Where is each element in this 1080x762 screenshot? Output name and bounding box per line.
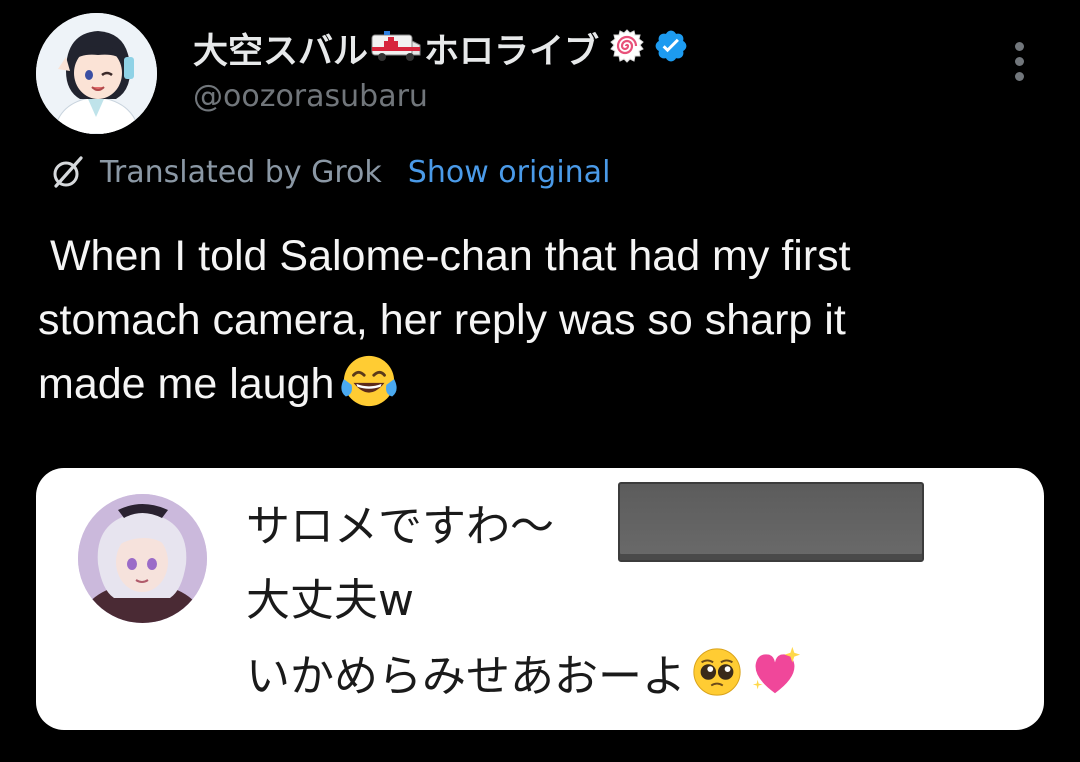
translated-by-label: Translated by Grok [100,154,382,190]
message-line: 大丈夫w [246,575,414,626]
post-text-line: stomach camera, her reply was so sharp i… [38,296,846,344]
ambulance-icon [370,29,422,67]
author-display-name[interactable]: 大空スバル [193,23,368,74]
sender-avatar [78,494,207,623]
more-vertical-icon [1015,72,1024,81]
author-name-row[interactable]: 大空スバル ホロライブ [193,24,691,72]
post-text-line-with-emoji: made me laugh [38,352,1048,416]
post-text-line: made me laugh [38,360,335,408]
pleading-face-icon [693,648,741,696]
author-avatar-image [36,13,157,134]
face-with-tears-of-joy-icon [341,355,398,407]
more-vertical-icon [1015,42,1024,51]
naruto-swirl-icon [609,28,645,68]
message-line: いかめらみせあおーよ [246,651,686,702]
translation-row: Translated by Grok Show original [50,152,610,192]
post-text-line: When I told Salome-chan that had my firs… [38,232,851,280]
verified-badge-icon[interactable] [653,28,689,68]
author-handle[interactable]: @oozorasubaru [193,79,428,114]
sender-avatar-image [78,494,207,623]
more-vertical-icon [1015,57,1024,66]
redacted-block [618,482,924,562]
sender-name: サロメですわ〜 [246,501,554,552]
message-line-with-emoji: いかめらみせあおーよ [246,640,802,704]
author-avatar[interactable] [36,13,157,134]
post-text: When I told Salome-chan that had my firs… [38,224,1048,416]
author-display-name-suffix[interactable]: ホロライブ [424,23,599,74]
show-original-link[interactable]: Show original [408,155,611,190]
more-options-button[interactable] [1004,40,1036,84]
sparkling-heart-icon [752,646,801,694]
grok-icon [53,156,83,188]
attached-image[interactable]: サロメですわ〜 大丈夫w いかめらみせあおーよ [36,468,1044,730]
